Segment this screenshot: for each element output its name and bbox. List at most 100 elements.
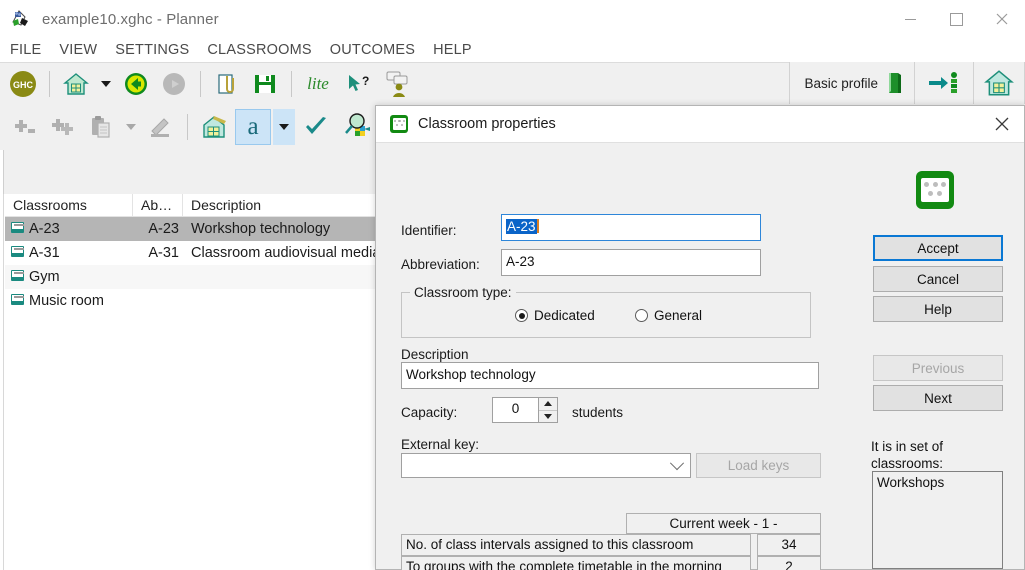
chevron-down-icon [279,124,289,130]
menu-bar: FILE VIEW SETTINGS CLASSROOMS OUTCOMES H… [0,38,1025,62]
description-label: Description [401,347,469,362]
comments-user-button[interactable] [377,67,417,101]
identifier-label: Identifier: [401,223,457,238]
triangle-down-icon [544,413,552,419]
capacity-value: 0 [511,401,520,416]
stats-row-value: 2 [757,556,821,570]
content-left-edge [0,150,4,194]
menu-item-view[interactable]: VIEW [50,42,106,58]
back-button[interactable] [119,67,153,101]
row-classroom-name: Gym [5,265,133,289]
chevron-down-icon [101,81,111,87]
window-title: example10.xghc - Planner [42,10,219,28]
abbreviation-label: Abbreviation: [401,257,480,272]
planner-app-icon [10,8,32,30]
add-multiple-button-disabled [46,110,80,144]
minimize-button[interactable] [887,0,933,38]
classroom-properties-dialog: Classroom properties Identifier: A-23 Ab… [375,105,1025,570]
dialog-close-button[interactable] [980,106,1024,142]
description-input[interactable]: Workshop technology [401,362,819,389]
abbreviation-input[interactable]: A-23 [501,249,761,276]
cell-text: A-31 [29,245,60,261]
window-controls [887,0,1025,38]
menu-item-help[interactable]: HELP [424,42,481,58]
confirm-check-button[interactable] [299,110,333,144]
maximize-button[interactable] [933,0,979,38]
set-of-classrooms-label: It is in set of classrooms: [871,439,944,471]
capacity-stepper[interactable]: 0 [492,397,558,423]
edit-hand-button-disabled [144,110,178,144]
forward-button-disabled [157,67,191,101]
toolbar-separator-3 [291,71,292,97]
arrow-to-person-icon [929,72,957,93]
column-header-description[interactable]: Description [183,194,403,216]
previous-button: Previous [873,355,1003,381]
classroom-row-icon [11,270,24,281]
capacity-increment-button[interactable] [539,398,557,411]
capacity-spin-buttons[interactable] [538,398,557,422]
menu-item-outcomes[interactable]: OUTCOMES [321,42,424,58]
lite-label: lite [307,74,329,93]
stats-row-value: 34 [757,534,821,556]
radio-general-indicator [635,309,648,322]
row-classroom-name: Music room [5,289,133,313]
radio-general[interactable]: General [635,308,702,323]
save-button[interactable] [248,67,282,101]
menu-item-settings[interactable]: SETTINGS [106,42,198,58]
text-a-button[interactable]: a [235,109,271,145]
identifier-input[interactable]: A-23 [501,214,761,241]
capacity-decrement-button[interactable] [539,411,557,423]
menu-item-file[interactable]: FILE [0,42,50,58]
capacity-label: Capacity: [401,405,458,420]
classroom-house-button[interactable] [197,110,231,144]
accept-button[interactable]: Accept [873,235,1003,261]
profile-label: Basic profile [804,75,878,91]
row-abbreviation [133,265,183,289]
column-header-classrooms[interactable]: Classrooms [5,194,133,216]
stats-row-label: To groups with the complete timetable in… [401,556,751,570]
classroom-large-icon [916,171,954,209]
lite-button[interactable]: lite [301,67,335,101]
column-header-abbreviation[interactable]: Ab… [133,194,183,216]
toolbar-separator-4 [187,114,188,140]
app-window: example10.xghc - Planner FILE VIEW SETTI… [0,0,1025,570]
text-a-dropdown-caret[interactable] [273,109,295,145]
house-icon [984,70,1014,96]
close-button[interactable] [979,0,1025,38]
external-key-combobox[interactable] [401,453,691,478]
row-abbreviation [133,289,183,313]
cell-text: Music room [29,293,104,309]
radio-dedicated-label: Dedicated [534,308,595,323]
cancel-button[interactable]: Cancel [873,266,1003,292]
book-icon [889,73,901,93]
text-caret [536,219,539,233]
help-button[interactable]: Help [873,296,1003,322]
basic-profile-button[interactable]: Basic profile [789,62,914,104]
classroom-icon [390,115,408,133]
next-button[interactable]: Next [873,385,1003,411]
home-dropdown-caret[interactable] [97,67,115,101]
radio-dedicated[interactable]: Dedicated [515,308,595,323]
radio-dedicated-indicator [515,309,528,322]
row-classroom-name: A-23 [5,217,133,241]
assign-profile-button[interactable] [914,62,973,104]
external-key-label: External key: [401,437,480,452]
chevron-down-icon [669,455,685,470]
menu-item-classrooms[interactable]: CLASSROOMS [198,42,320,58]
search-grid-button[interactable] [337,110,377,144]
toolbar-separator-1 [49,71,50,97]
radio-general-label: General [654,308,703,323]
attach-button[interactable] [210,67,244,101]
set-of-classrooms-listbox[interactable]: Workshops [872,471,1003,569]
classroom-row-icon [11,294,24,305]
help-pointer-button[interactable]: ? [339,67,373,101]
paste-dropdown-caret-disabled [122,110,140,144]
stats-row-label: No. of class intervals assigned to this … [401,534,751,556]
home-right-button[interactable] [973,62,1025,104]
paste-button-disabled [84,110,118,144]
chevron-down-icon [126,124,136,130]
row-abbreviation: A-31 [148,245,179,261]
list-item[interactable]: Workshops [877,475,998,490]
home-button[interactable] [59,67,93,101]
ghc-logo-button[interactable]: GHC [6,67,40,101]
